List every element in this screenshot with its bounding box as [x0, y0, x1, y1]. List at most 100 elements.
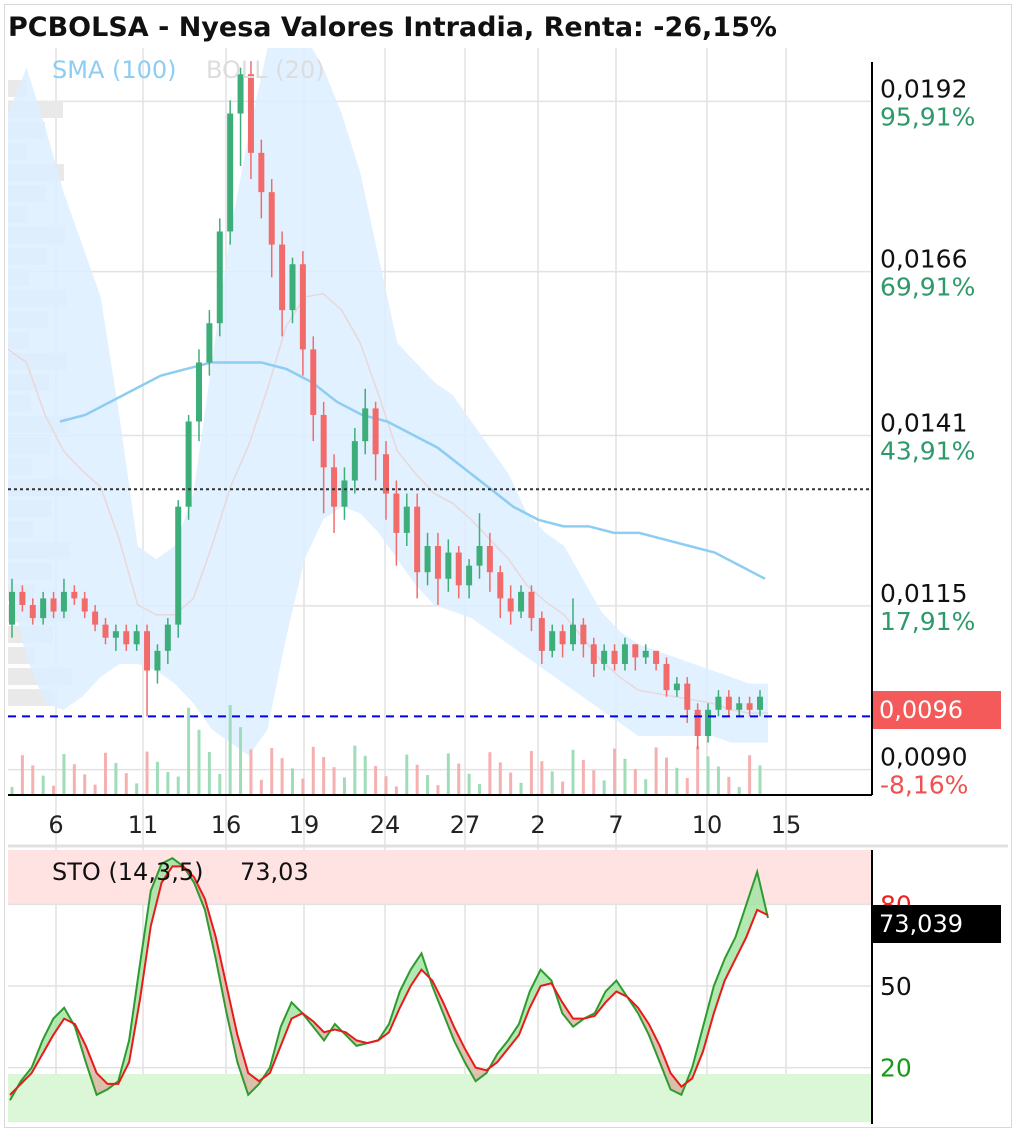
volume-bar [633, 769, 637, 795]
volume-bar [155, 761, 159, 795]
volume-bar [665, 757, 668, 795]
volume-bar [197, 729, 201, 795]
candle-body [476, 546, 483, 566]
band-area [8, 15, 768, 756]
bollinger-band [7, 15, 768, 756]
candle-body [227, 113, 234, 232]
candle-body [154, 650, 161, 671]
volume-bar [498, 762, 502, 795]
candle-body [757, 696, 763, 710]
volume-bar [415, 764, 419, 795]
candle-body [289, 264, 296, 311]
volume-bar [706, 756, 710, 795]
candle-body [102, 624, 109, 638]
candle-body [570, 624, 576, 645]
volume-bar [363, 755, 367, 795]
candle-body [466, 565, 473, 586]
volume-bar [623, 758, 627, 795]
volume-bar [613, 748, 617, 795]
price-tick-label: 0,0141 [880, 409, 967, 438]
candle-body [299, 264, 306, 350]
candle-body [196, 362, 202, 422]
candle-body [164, 624, 171, 651]
candle-body [632, 644, 639, 658]
sto-legend: STO (14,3,5) [52, 858, 204, 886]
sto-fill-segment [605, 980, 617, 1003]
candle-body [507, 598, 514, 612]
stochastic-axis: 805020 [871, 850, 912, 1124]
volume-bar [446, 753, 450, 795]
date-tick-label: 16 [211, 811, 242, 839]
candle-body [528, 591, 535, 619]
last-price-tag: 0,0096 [873, 691, 1001, 729]
candle-body [663, 663, 670, 691]
volume-bar [571, 749, 575, 795]
candle-body [653, 650, 660, 664]
change-tick-label: 43,91% [880, 437, 975, 466]
volume-bar [540, 761, 544, 795]
candle-body [559, 631, 566, 645]
candle-body [29, 604, 36, 619]
date-tick-label: 27 [450, 811, 481, 839]
volume-bar [737, 787, 741, 795]
candle-body [538, 618, 545, 651]
volume-bar [228, 705, 232, 795]
price-tick-label: 0,0090 [880, 743, 967, 772]
boll-legend: BOLL (20) [206, 56, 325, 84]
candle-body [694, 709, 701, 737]
volume-bar [457, 763, 461, 795]
volume-bar [727, 776, 731, 795]
candle-body [81, 598, 88, 612]
volume-bar [561, 781, 565, 795]
change-tick-label: 17,91% [880, 607, 975, 636]
volume-bar [166, 772, 170, 795]
volume-bar [145, 751, 149, 795]
date-axis: 6 11 16 19 24 27 2 7 10 15 [8, 62, 1008, 848]
candle-body [445, 552, 452, 579]
candle-body [40, 598, 47, 619]
volume-bar [550, 771, 554, 795]
volume-bar [581, 760, 585, 795]
volume-bar [405, 754, 409, 795]
volume-bar [114, 763, 118, 795]
candle-body [268, 192, 275, 245]
price-tick-label: 0,0115 [880, 579, 967, 608]
candle-body [362, 408, 369, 442]
volume-bar [270, 748, 274, 795]
volume-bar [685, 778, 689, 795]
volume-bar [10, 787, 14, 795]
candle-body [112, 631, 119, 638]
sto-tick-label: 20 [880, 1054, 912, 1083]
candle-body [393, 493, 400, 533]
date-tick-label: 10 [692, 811, 723, 839]
volume-bar [529, 751, 533, 795]
volume-bar [519, 782, 523, 795]
candle-body [403, 506, 410, 533]
candle-body [258, 152, 265, 193]
volume-bar [374, 766, 378, 795]
date-tick-label: 24 [370, 811, 401, 839]
candle-body [247, 74, 254, 153]
change-tick-label: 95,91% [880, 102, 975, 131]
candle-body [642, 650, 649, 658]
volume-bar [62, 754, 66, 795]
oversold-zone [8, 1074, 872, 1122]
date-tick-label: 2 [530, 811, 545, 839]
volume-bar [758, 765, 762, 795]
candle-body [455, 552, 462, 586]
candle-body [383, 454, 389, 494]
date-tick-label: 7 [608, 811, 623, 839]
volume-bar [176, 776, 180, 795]
candle-body [331, 467, 338, 507]
volume-bar [291, 768, 294, 795]
candle-body [185, 421, 192, 507]
volume-bar [41, 775, 45, 795]
candle-body [133, 631, 140, 645]
sto-current-value: 73,03 [240, 858, 309, 886]
volume-bar [436, 785, 440, 795]
volume-bar [93, 784, 97, 795]
price-chart[interactable]: 0,019295,91% 0,016669,91% 0,014143,91% 0,01… [0, 0, 1017, 1132]
candle-body [414, 506, 421, 573]
candle-body [746, 703, 753, 710]
candle-body [9, 591, 15, 625]
